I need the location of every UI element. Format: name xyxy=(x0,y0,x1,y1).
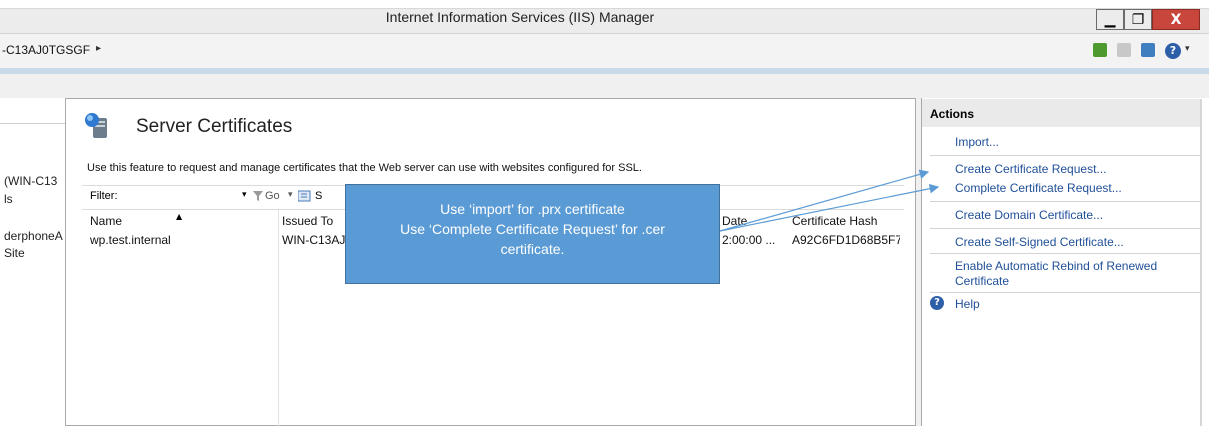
arrow-to-complete-request xyxy=(719,183,940,232)
callout-arrows xyxy=(719,169,940,232)
arrow-to-import xyxy=(719,169,930,232)
